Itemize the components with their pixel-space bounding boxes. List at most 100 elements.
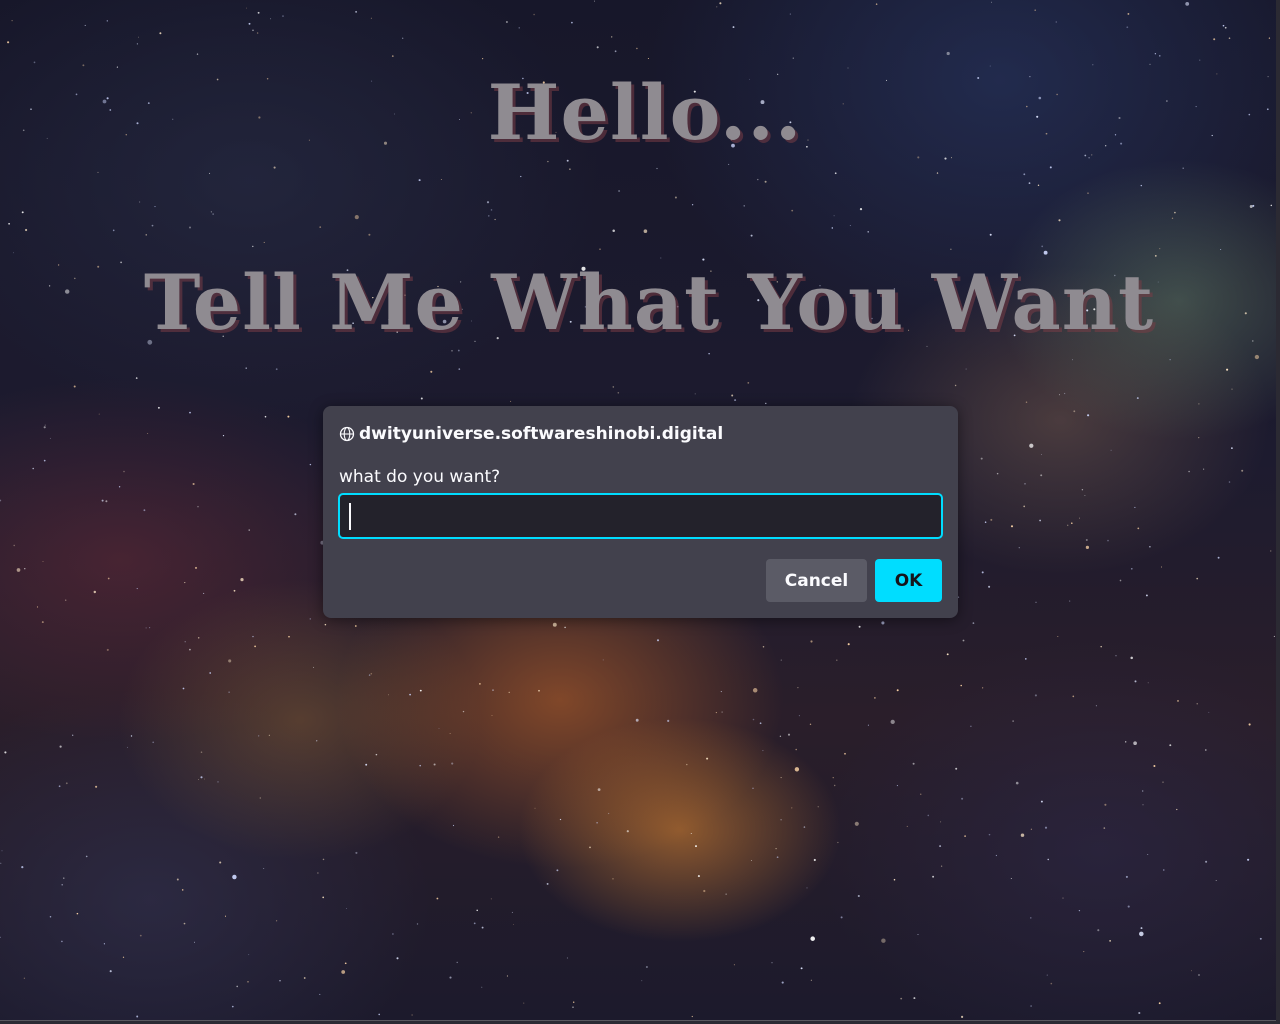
star (512, 924, 514, 925)
star (145, 234, 147, 236)
star (1215, 879, 1217, 882)
star (990, 518, 993, 521)
star (810, 936, 815, 941)
star (248, 954, 250, 956)
star (41, 621, 44, 624)
star (1029, 443, 1034, 448)
star (240, 578, 244, 582)
window-bottom-edge (0, 1020, 1280, 1024)
star (961, 797, 964, 800)
star (691, 1015, 693, 1018)
star (452, 824, 455, 827)
star (1119, 579, 1122, 582)
star (84, 24, 86, 26)
star (1163, 869, 1165, 871)
star (607, 812, 610, 815)
star (1130, 656, 1133, 660)
star (1198, 403, 1200, 405)
star (344, 962, 347, 965)
star (1081, 489, 1084, 491)
star (734, 399, 737, 402)
star (996, 472, 999, 475)
star (159, 32, 162, 35)
star (203, 592, 205, 594)
prompt-input[interactable] (338, 493, 943, 539)
star (1125, 741, 1127, 743)
star (566, 957, 568, 959)
star (183, 922, 186, 925)
star (960, 684, 962, 687)
page-heading-tell-me: Tell Me What You Want (143, 258, 1155, 347)
star (988, 833, 991, 836)
star (231, 1005, 234, 1008)
star (11, 19, 13, 22)
star (1040, 800, 1043, 803)
star (972, 622, 975, 624)
star (196, 53, 199, 55)
star (268, 734, 270, 736)
star (546, 882, 549, 885)
star (451, 349, 453, 352)
star (275, 368, 278, 371)
star (228, 659, 232, 663)
star (612, 386, 615, 388)
star (1037, 184, 1040, 187)
star (197, 505, 199, 508)
star (752, 688, 758, 693)
star (844, 752, 846, 755)
star (789, 13, 791, 15)
star (32, 467, 34, 470)
star (252, 29, 254, 32)
star (569, 168, 571, 170)
star (219, 861, 222, 864)
star (840, 916, 843, 919)
star (881, 621, 885, 625)
star (792, 57, 794, 59)
star (731, 394, 734, 397)
star (1147, 682, 1149, 684)
star (58, 785, 61, 788)
star (1041, 454, 1043, 456)
star (130, 735, 133, 737)
star (1028, 182, 1031, 184)
dialog-origin: dwityuniverse.softwareshinobi.digital (339, 423, 723, 445)
star (1259, 937, 1262, 940)
star (1055, 21, 1057, 23)
star (127, 746, 128, 748)
star (492, 689, 494, 691)
star (1067, 524, 1069, 526)
star (1149, 545, 1151, 548)
star (566, 159, 569, 162)
star (635, 718, 639, 722)
star (849, 225, 851, 226)
star (76, 912, 79, 915)
star (1100, 645, 1102, 648)
star (319, 226, 322, 228)
star (1127, 12, 1130, 15)
star (61, 883, 63, 886)
star (188, 226, 192, 229)
star (1024, 482, 1026, 485)
star (1039, 519, 1041, 522)
cancel-button[interactable]: Cancel (766, 559, 867, 602)
star (157, 406, 160, 409)
star (920, 793, 922, 795)
star (1012, 720, 1014, 722)
star (473, 922, 476, 925)
star (1198, 974, 1200, 976)
star (965, 368, 967, 370)
star (1145, 594, 1148, 597)
dialog-message: what do you want? (339, 467, 501, 487)
star (854, 821, 859, 826)
star (346, 908, 348, 909)
star (143, 509, 146, 512)
star (594, 0, 595, 2)
star (950, 248, 952, 250)
ok-button[interactable]: OK (875, 559, 942, 602)
star (511, 911, 513, 913)
star (1062, 897, 1064, 899)
star (781, 981, 784, 984)
star (1159, 248, 1161, 250)
star (690, 832, 692, 835)
star (1220, 249, 1222, 250)
